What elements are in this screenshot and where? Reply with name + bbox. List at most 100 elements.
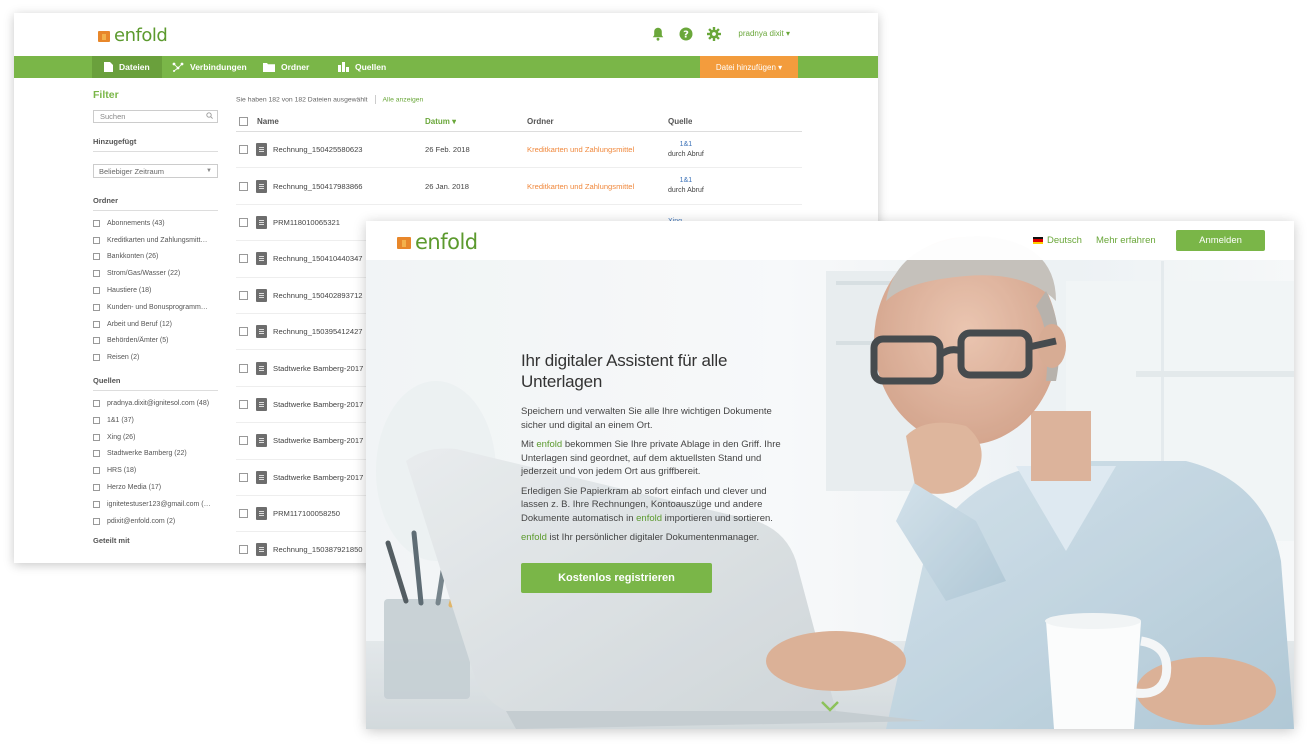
row-checkbox[interactable] — [239, 132, 255, 167]
file-name-cell[interactable]: Stadtwerke Bamberg-2017 — [256, 460, 370, 495]
folder-filter-item[interactable]: Bankkonten (26) — [93, 249, 219, 266]
row-checkbox[interactable] — [239, 532, 255, 563]
register-button[interactable]: Kostenlos registrieren — [521, 563, 712, 593]
folder-filter-item[interactable]: Strom/Gas/Wasser (22) — [93, 265, 219, 282]
source-name[interactable]: 1&1 — [680, 140, 692, 150]
time-range-value: Beliebiger Zeitraum — [99, 166, 165, 176]
source-filter-item[interactable]: pdixit@enfold.com (2) — [93, 513, 219, 530]
file-name-cell[interactable]: Rechnung_150425580623 — [256, 132, 370, 167]
row-checkbox[interactable] — [239, 168, 255, 203]
folder-filter-item[interactable]: Reisen (2) — [93, 349, 219, 366]
show-all-link[interactable]: Alle anzeigen — [383, 96, 424, 103]
tab-ordner[interactable]: Ordner — [263, 56, 325, 78]
col-folder[interactable]: Ordner — [527, 112, 554, 131]
checkbox[interactable] — [93, 433, 100, 441]
row-checkbox[interactable] — [239, 205, 255, 240]
scroll-down-chevron-icon[interactable] — [820, 700, 840, 714]
row-checkbox[interactable] — [239, 423, 255, 458]
source-filter-item[interactable]: Stadtwerke Bamberg (22) — [93, 446, 219, 463]
source-filter-item[interactable]: Herzo Media (17) — [93, 479, 219, 496]
source-filter-item[interactable]: HRS (18) — [93, 462, 219, 479]
folder-filter-item[interactable]: Behörden/Ämter (5) — [93, 333, 219, 350]
connections-icon — [172, 62, 184, 72]
checkbox[interactable] — [93, 400, 100, 408]
col-date[interactable]: Datum ▾ — [425, 112, 456, 131]
tab-verbindungen[interactable]: Verbindungen — [172, 56, 252, 78]
tab-label: Verbindungen — [190, 62, 247, 72]
sources-icon — [338, 62, 349, 72]
checkbox[interactable] — [93, 467, 100, 475]
file-name: Rechnung_150387921850 — [273, 545, 363, 555]
checkbox[interactable] — [93, 416, 100, 424]
file-name-cell[interactable]: Rechnung_150417983866 — [256, 168, 370, 203]
source-filter-label: pdixit@enfold.com (2) — [107, 517, 176, 525]
folder-filter-item[interactable]: Kreditkarten und Zahlungsmitt… — [93, 232, 219, 249]
bell-icon[interactable] — [650, 26, 665, 41]
table-row[interactable]: Rechnung_150425580623 26 Feb. 2018 Kreditk… — [236, 132, 802, 169]
file-name-cell[interactable]: Stadtwerke Bamberg-2017 — [256, 350, 370, 385]
file-name-cell[interactable]: PRM117100058250 — [256, 496, 370, 531]
login-button[interactable]: Anmelden — [1176, 230, 1265, 251]
source-filter-list: pradnya.dixit@ignitesol.com (48) 1&1 (37… — [93, 395, 219, 529]
col-name[interactable]: Name — [257, 112, 279, 131]
checkbox[interactable] — [93, 303, 100, 311]
source-cell: 1&1 durch Abruf — [668, 168, 704, 203]
checkbox[interactable] — [93, 320, 100, 328]
search-input[interactable]: Suchen — [93, 110, 218, 123]
source-filter-item[interactable]: Xing (26) — [93, 429, 219, 446]
file-name-cell[interactable]: PRM118010065321 — [256, 205, 370, 240]
file-name-cell[interactable]: Rechnung_150395412427 — [256, 314, 370, 349]
app-logo[interactable]: enfold — [98, 25, 168, 46]
folder-cell[interactable]: Kreditkarten und Zahlungsmittel — [527, 168, 634, 203]
checkbox[interactable] — [93, 517, 100, 525]
checkbox[interactable] — [93, 287, 100, 295]
row-checkbox[interactable] — [239, 278, 255, 313]
file-name-cell[interactable]: Stadtwerke Bamberg-2017 — [256, 423, 370, 458]
file-name-cell[interactable]: Stadtwerke Bamberg-2017 — [256, 387, 370, 422]
file-name: Stadtwerke Bamberg-2017 — [273, 399, 364, 409]
folder-filter-item[interactable]: Arbeit und Beruf (12) — [93, 316, 219, 333]
file-name-cell[interactable]: Rechnung_150410440347 — [256, 241, 370, 276]
checkbox[interactable] — [93, 270, 100, 278]
checkbox[interactable] — [93, 450, 100, 458]
add-file-button[interactable]: Datei hinzufügen ▾ — [700, 56, 798, 78]
language-selector[interactable]: Deutsch — [1033, 235, 1082, 246]
table-row[interactable]: Rechnung_150417983866 26 Jan. 2018 Kreditk… — [236, 168, 802, 205]
checkbox[interactable] — [93, 236, 100, 244]
help-icon[interactable]: ? — [678, 26, 693, 41]
row-checkbox[interactable] — [239, 460, 255, 495]
source-filter-item[interactable]: ignitetestuser123@gmail.com (… — [93, 496, 219, 513]
date-cell: 26 Feb. 2018 — [425, 145, 470, 155]
col-source[interactable]: Quelle — [668, 112, 692, 131]
file-name-cell[interactable]: Rechnung_150387921850 — [256, 532, 370, 563]
source-filter-item[interactable]: pradnya.dixit@ignitesol.com (48) — [93, 395, 219, 412]
source-name[interactable]: 1&1 — [680, 176, 692, 186]
select-all-checkbox[interactable] — [239, 112, 255, 131]
row-checkbox[interactable] — [239, 496, 255, 531]
landing-logo[interactable]: enfold — [397, 230, 478, 254]
row-checkbox[interactable] — [239, 314, 255, 349]
folder-filter-item[interactable]: Haustiere (18) — [93, 282, 219, 299]
chevron-down-icon: ▼ — [206, 168, 212, 174]
file-name-cell[interactable]: Rechnung_150402893712 — [256, 278, 370, 313]
source-filter-item[interactable]: 1&1 (37) — [93, 412, 219, 429]
checkbox[interactable] — [93, 354, 100, 362]
checkbox[interactable] — [93, 253, 100, 261]
row-checkbox[interactable] — [239, 350, 255, 385]
folder-cell[interactable]: Kreditkarten und Zahlungsmittel — [527, 132, 634, 167]
sources-section-title: Quellen — [93, 376, 218, 392]
folder-filter-item[interactable]: Kunden- und Bonusprogramm… — [93, 299, 219, 316]
tab-dateien[interactable]: Dateien — [92, 56, 162, 78]
learn-more-link[interactable]: Mehr erfahren — [1096, 235, 1156, 246]
checkbox[interactable] — [93, 500, 100, 508]
row-checkbox[interactable] — [239, 387, 255, 422]
checkbox[interactable] — [93, 219, 100, 227]
tab-quellen[interactable]: Quellen — [338, 56, 398, 78]
checkbox[interactable] — [93, 484, 100, 492]
checkbox[interactable] — [93, 337, 100, 345]
folder-filter-item[interactable]: Abonnements (43) — [93, 215, 219, 232]
time-range-select[interactable]: Beliebiger Zeitraum ▼ — [93, 164, 218, 178]
gear-icon[interactable] — [706, 26, 721, 41]
user-menu[interactable]: pradnya dixit ▾ — [738, 29, 790, 38]
row-checkbox[interactable] — [239, 241, 255, 276]
